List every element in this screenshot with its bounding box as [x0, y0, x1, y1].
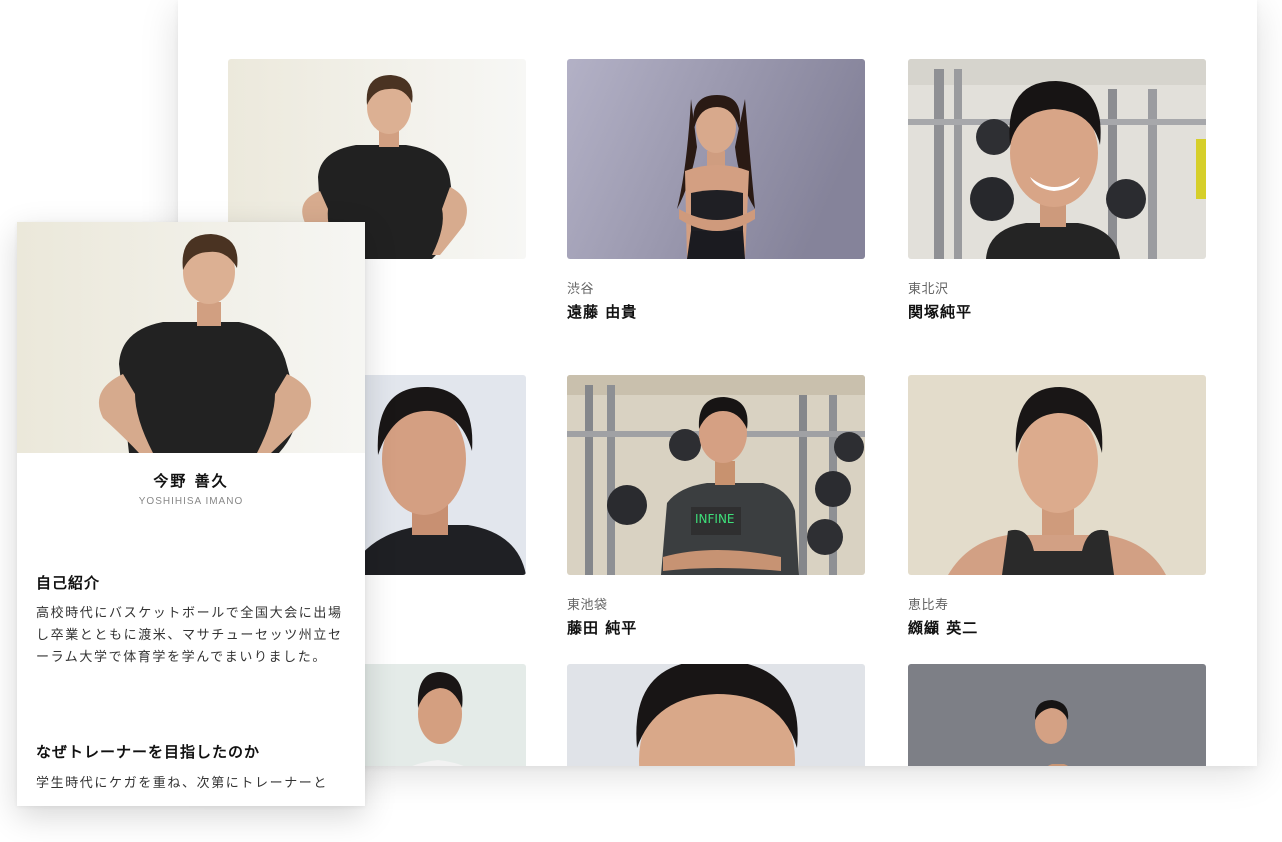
section-title-introduction: 自己紹介 — [36, 574, 101, 592]
trainer-card[interactable] — [908, 664, 1206, 766]
trainer-photo[interactable] — [567, 664, 865, 766]
trainer-name: 藤田 純平 — [567, 619, 638, 637]
trainer-name: 纐纈 英二 — [908, 619, 979, 637]
trainer-profile-card: 今野 善久 YOSHIHISA IMANO 自己紹介 高校時代にバスケットボール… — [17, 222, 365, 806]
trainer-area: 東池袋 — [567, 598, 608, 613]
trainer-photo[interactable] — [908, 664, 1206, 766]
trainer-name: 遠藤 由貴 — [567, 303, 638, 321]
trainer-card[interactable]: INFINE 東池袋 藤田 純平 — [567, 375, 865, 637]
section-text-motivation: 学生時代にケガを重ね、次第にトレーナーと — [36, 776, 329, 791]
section-text-introduction: 高校時代にバスケットボールで全国大会に出場し卒業とともに渡米、マサチューセッツ州… — [36, 606, 343, 665]
trainer-photo[interactable] — [908, 375, 1206, 575]
trainer-area: 東北沢 — [908, 282, 949, 297]
profile-name-romaji: YOSHIHISA IMANO — [138, 496, 244, 507]
section-title-motivation: なぜトレーナーを目指したのか — [36, 743, 261, 761]
trainer-photo[interactable] — [908, 59, 1206, 259]
trainer-name: 関塚純平 — [908, 303, 973, 321]
trainer-card[interactable]: 東北沢 関塚純平 — [908, 59, 1206, 321]
trainer-card[interactable]: 恵比寿 纐纈 英二 — [908, 375, 1206, 637]
trainer-area: 渋谷 — [567, 282, 595, 297]
svg-text:INFINE: INFINE — [695, 512, 735, 526]
trainer-card[interactable]: 渋谷 遠藤 由貴 — [567, 59, 865, 321]
trainer-card[interactable] — [567, 664, 865, 766]
profile-name: 今野 善久 — [153, 472, 229, 490]
trainer-area: 恵比寿 — [908, 598, 949, 613]
trainer-photo[interactable] — [567, 59, 865, 259]
trainer-photo[interactable]: INFINE — [567, 375, 865, 575]
profile-photo — [17, 222, 365, 453]
